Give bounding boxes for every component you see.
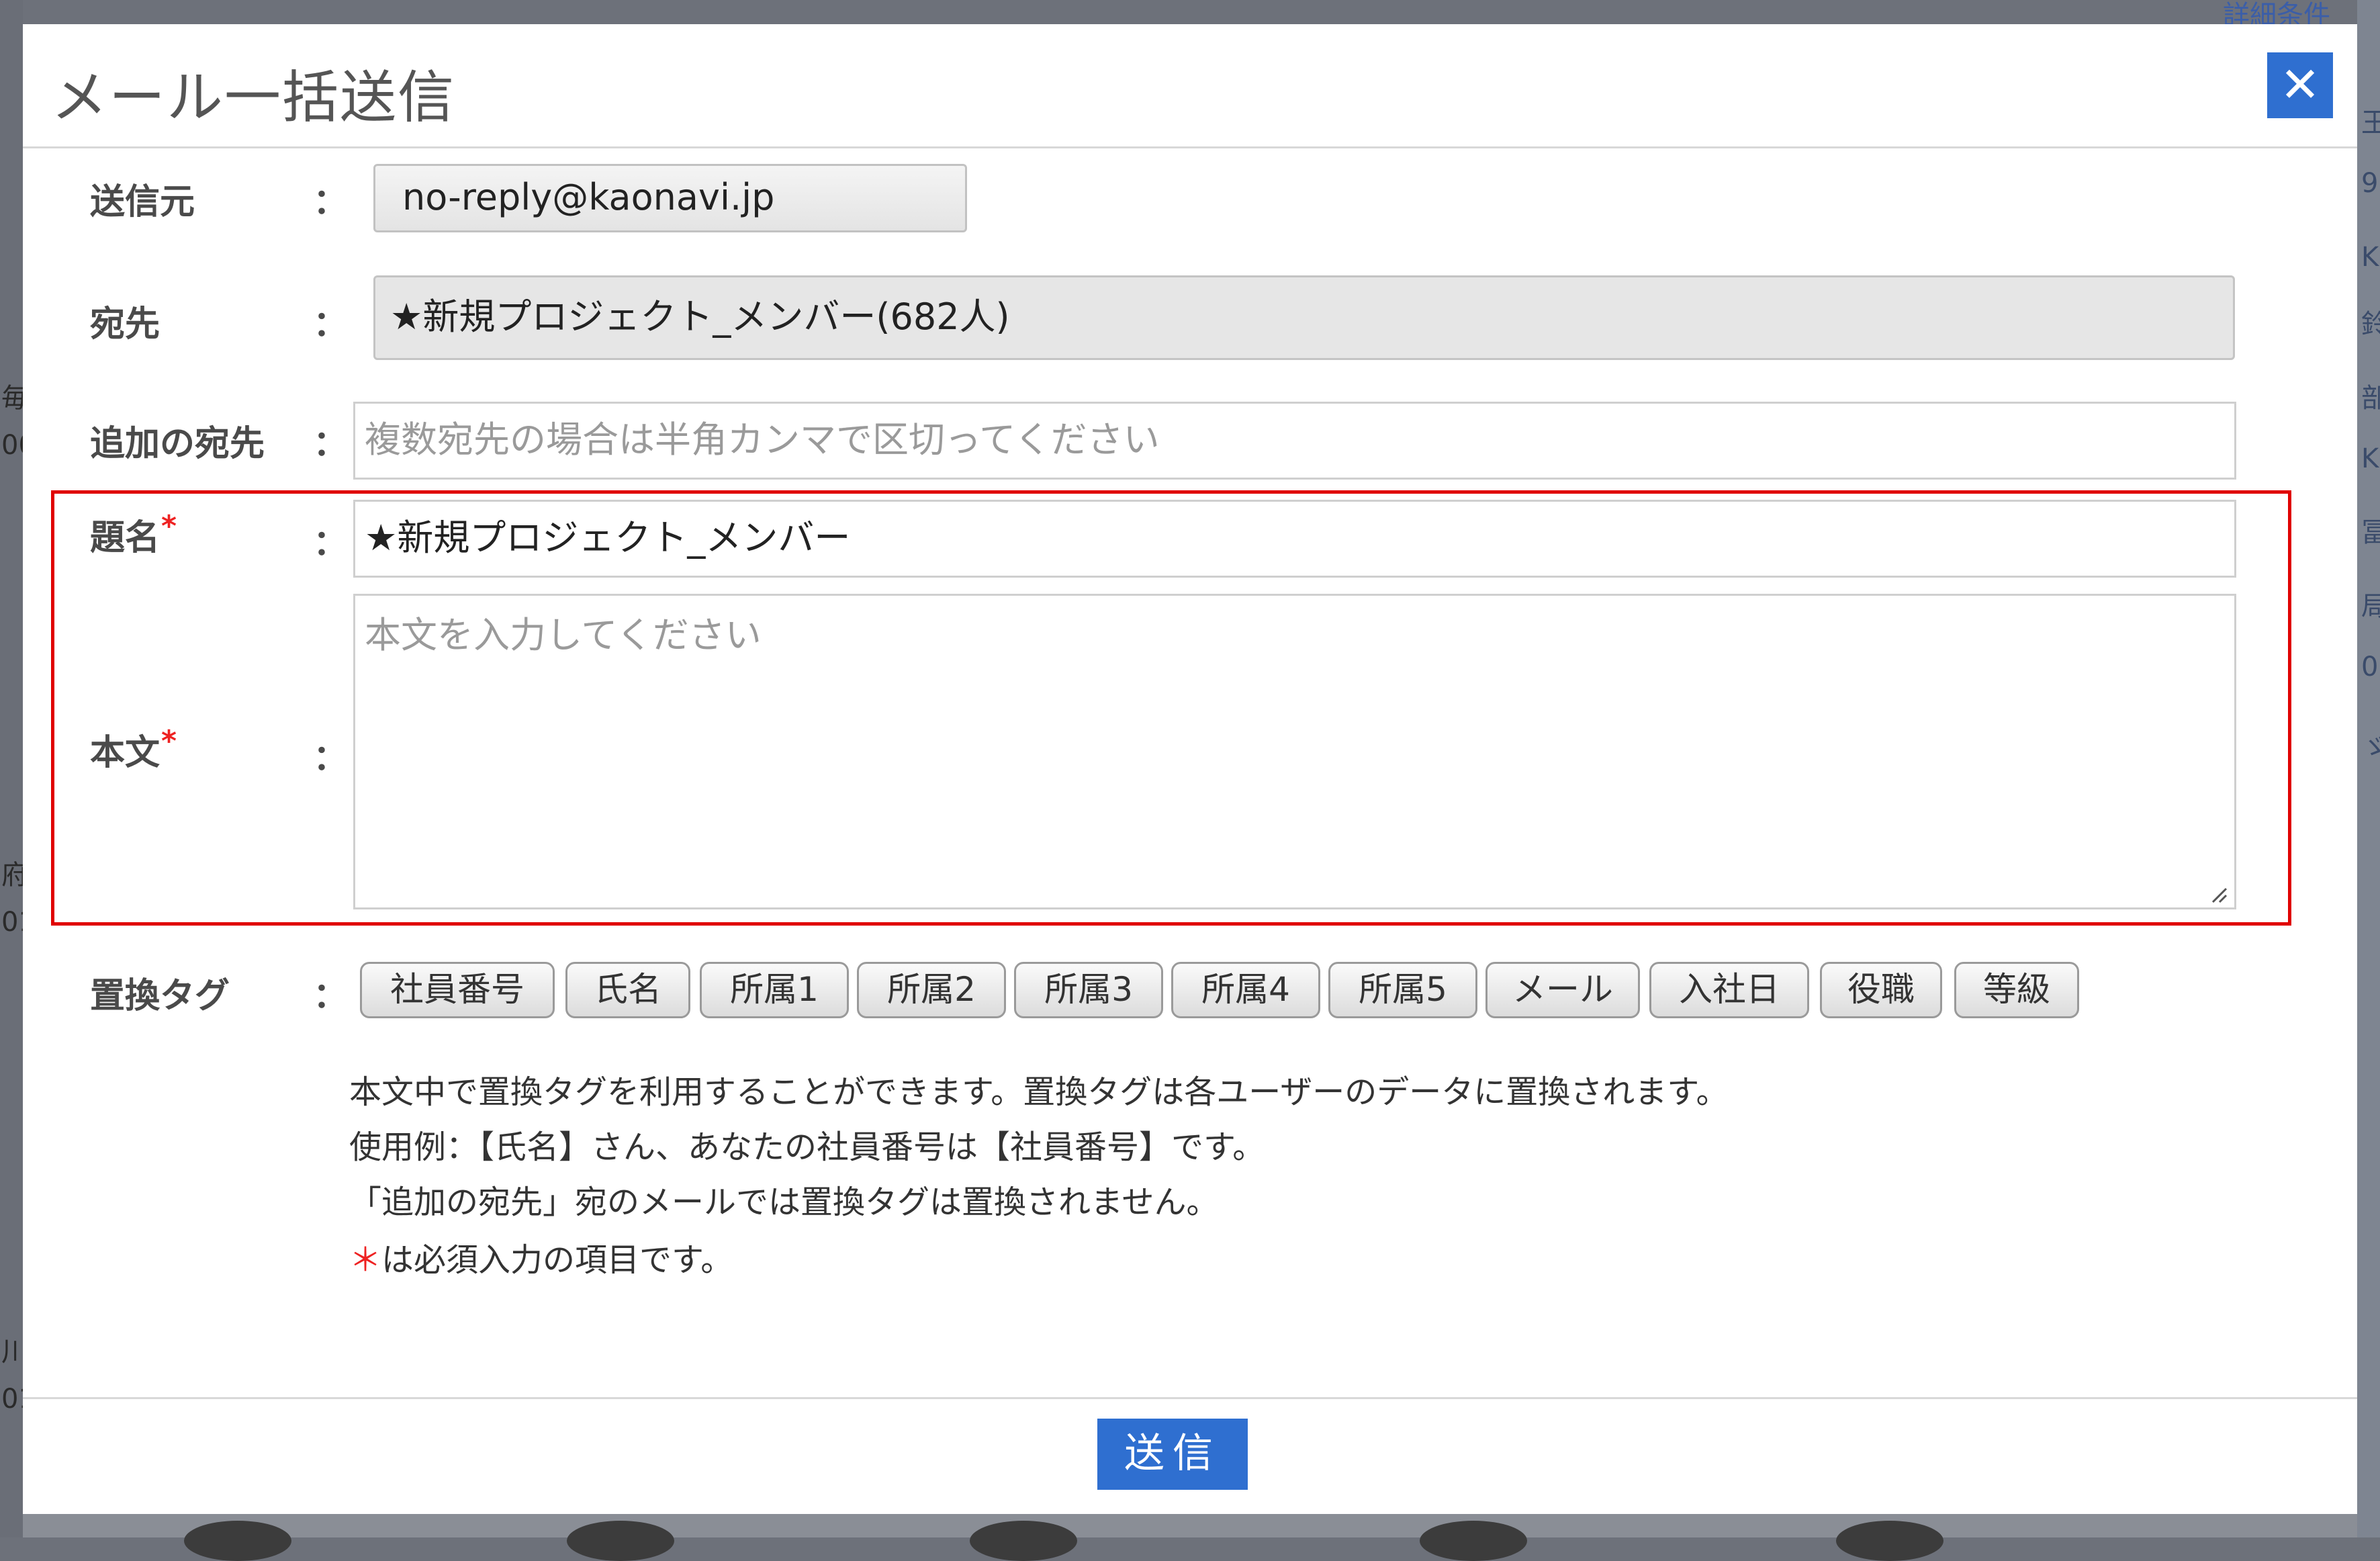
tag-affiliation-3[interactable]: 所属3 bbox=[1014, 962, 1163, 1018]
tags-label: 置換タグ bbox=[90, 976, 230, 1016]
cc-label: 追加の宛先 bbox=[90, 424, 265, 464]
from-value: no-reply@kaonavi.jp bbox=[402, 176, 775, 218]
subject-value: ★新規プロジェクト_メンバー bbox=[365, 517, 851, 559]
to-value: ★新規プロジェクト_メンバー(682人) bbox=[390, 296, 1010, 338]
tag-position[interactable]: 役職 bbox=[1820, 962, 1942, 1018]
send-button[interactable]: 送信 bbox=[1097, 1419, 1248, 1490]
background-avatar bbox=[1836, 1521, 1943, 1561]
modal-title: メール一括送信 bbox=[51, 64, 456, 130]
note-line-1: 本文中で置換タグを利用することができます。置換タグは各ユーザーのデータに置換され… bbox=[349, 1073, 1729, 1111]
from-select[interactable]: no-reply@kaonavi.jp bbox=[373, 164, 967, 232]
required-note-text: は必須入力の項目です。 bbox=[381, 1241, 733, 1279]
background-bottom-strip bbox=[23, 1514, 2357, 1561]
background-text: K bbox=[2361, 443, 2379, 474]
modal-header: メール一括送信 ✕ bbox=[23, 24, 2357, 148]
background-avatar bbox=[970, 1521, 1077, 1561]
tag-affiliation-2[interactable]: 所属2 bbox=[857, 962, 1006, 1018]
subject-input[interactable]: ★新規プロジェクト_メンバー bbox=[353, 500, 2236, 578]
tag-affiliation-4[interactable]: 所属4 bbox=[1171, 962, 1320, 1018]
tag-hire-date[interactable]: 入社日 bbox=[1649, 962, 1809, 1018]
body-label-text: 本文 bbox=[90, 733, 161, 773]
background-text: 王 bbox=[2361, 107, 2380, 138]
colon: ： bbox=[313, 523, 349, 564]
subject-label-text: 題名 bbox=[90, 518, 161, 558]
required-mark: * bbox=[161, 509, 177, 543]
background-avatar bbox=[1420, 1521, 1527, 1561]
close-button[interactable]: ✕ bbox=[2267, 52, 2333, 118]
tag-name[interactable]: 氏名 bbox=[565, 962, 690, 1018]
background-text: 部 bbox=[2361, 383, 2380, 414]
background-text: 局 bbox=[2361, 591, 2380, 622]
from-label: 送信元 bbox=[90, 182, 195, 222]
background-text: 鈴 bbox=[2361, 309, 2380, 340]
body-placeholder: 本文を入力してください bbox=[365, 614, 762, 656]
tag-email[interactable]: メール bbox=[1485, 962, 1640, 1018]
subject-label: 題名* bbox=[90, 509, 177, 560]
background-right-strip: 王 9 K 鈴 部 K 冨 局 0 ゞ bbox=[2357, 0, 2380, 1537]
cc-placeholder: 複数宛先の場合は半角カンマで区切ってください bbox=[365, 418, 1160, 461]
tag-grade[interactable]: 等級 bbox=[1954, 962, 2079, 1018]
tag-affiliation-1[interactable]: 所属1 bbox=[700, 962, 849, 1018]
background-text: 0 bbox=[2361, 652, 2379, 682]
note-line-2: 使用例：【氏名】さん、あなたの社員番号は【社員番号】です。 bbox=[349, 1128, 1265, 1166]
footer-divider bbox=[23, 1397, 2357, 1399]
bulk-mail-modal: メール一括送信 ✕ 送信元 ： no-reply@kaonavi.jp 宛先 ：… bbox=[23, 24, 2357, 1514]
background-text: ゞ bbox=[2361, 732, 2380, 763]
background-avatar bbox=[184, 1521, 291, 1561]
tag-affiliation-5[interactable]: 所属5 bbox=[1328, 962, 1477, 1018]
colon: ： bbox=[313, 304, 349, 345]
background-text: 9 bbox=[2361, 168, 2379, 199]
note-line-3: 「追加の宛先」宛のメールでは置換タグは置換されません。 bbox=[349, 1184, 1219, 1221]
required-mark: ＊ bbox=[349, 1241, 382, 1279]
body-label: 本文* bbox=[90, 724, 177, 774]
background-text: K bbox=[2361, 242, 2379, 273]
required-mark: * bbox=[161, 724, 177, 758]
body-textarea[interactable]: 本文を入力してください bbox=[353, 594, 2236, 909]
colon: ： bbox=[313, 182, 349, 222]
cc-input[interactable]: 複数宛先の場合は半角カンマで区切ってください bbox=[353, 402, 2236, 480]
colon: ： bbox=[313, 976, 349, 1016]
background-left-strip: 毎 00 府 01 川 01 bbox=[0, 0, 36, 1537]
resize-handle-icon[interactable] bbox=[2209, 885, 2228, 903]
tag-employee-number[interactable]: 社員番号 bbox=[360, 962, 555, 1018]
close-icon: ✕ bbox=[2279, 56, 2321, 113]
background-avatar bbox=[567, 1521, 674, 1561]
colon: ： bbox=[313, 738, 349, 778]
colon: ： bbox=[313, 424, 349, 464]
background-text: 冨 bbox=[2361, 517, 2380, 548]
to-field: ★新規プロジェクト_メンバー(682人) bbox=[373, 275, 2235, 360]
to-label: 宛先 bbox=[90, 304, 161, 345]
required-note: ＊は必須入力の項目です。 bbox=[349, 1233, 733, 1280]
